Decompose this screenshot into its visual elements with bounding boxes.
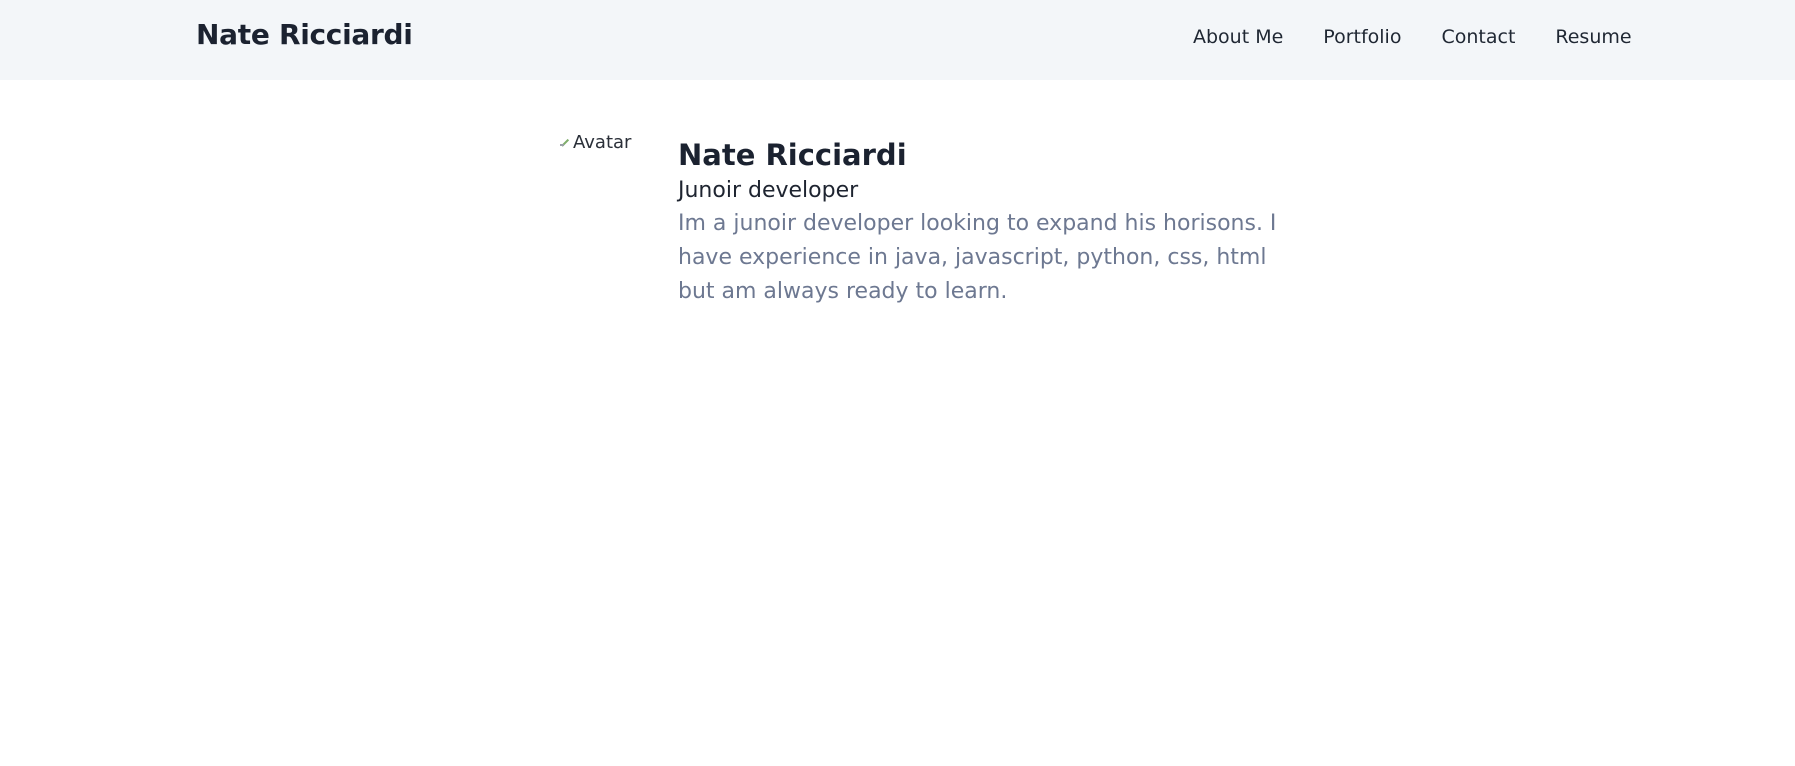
profile-section: Avatar Nate Ricciardi Junoir developer I…: [560, 132, 1298, 331]
broken-image-icon: [560, 135, 572, 147]
nav-about-me[interactable]: About Me: [1193, 26, 1283, 48]
profile-role: Junoir developer: [678, 177, 859, 203]
main-nav: About Me Portfolio Contact Resume: [1193, 26, 1672, 48]
nav-contact[interactable]: Contact: [1441, 26, 1515, 48]
profile-name: Nate Ricciardi: [678, 138, 907, 172]
brand-link[interactable]: Nate Ricciardi: [196, 18, 413, 51]
profile-info: Nate Ricciardi Junoir developer Im a jun…: [678, 132, 1298, 331]
profile-bio: Im a junoir developer looking to expand …: [678, 211, 1277, 305]
nav-portfolio[interactable]: Portfolio: [1323, 26, 1401, 48]
avatar-alt-text: Avatar: [573, 132, 632, 153]
top-navbar: Nate Ricciardi About Me Portfolio Contac…: [0, 0, 1795, 80]
nav-resume[interactable]: Resume: [1555, 26, 1631, 48]
avatar: Avatar: [560, 132, 632, 162]
